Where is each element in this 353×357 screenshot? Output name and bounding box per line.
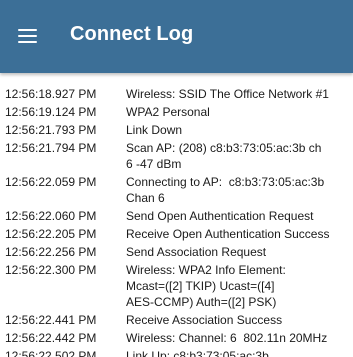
- log-timestamp: 12:56:22.256 PM: [5, 245, 97, 259]
- log-timestamp: 12:56:22.442 PM: [5, 331, 97, 345]
- log-message: Connecting to AP: c8:b3:73:05:ac:3b Chan…: [126, 175, 325, 205]
- log-timestamp: 12:56:22.060 PM: [5, 209, 97, 223]
- log-entry: 12:56:22.060 PM Send Open Authentication…: [0, 208, 353, 224]
- log-timestamp: 12:56:21.794 PM: [5, 141, 97, 155]
- log-timestamp: 12:56:18.927 PM: [5, 87, 97, 101]
- menu-button[interactable]: [9, 18, 45, 54]
- log-message: Wireless: SSID The Office Network #1: [126, 87, 329, 101]
- log-timestamp: 12:56:22.502 PM: [5, 349, 97, 357]
- log-message: Scan AP: (208) c8:b3:73:05:ac:3b ch 6 -4…: [126, 141, 322, 171]
- log-message: Send Open Authentication Request: [126, 209, 314, 223]
- log-timestamp: 12:56:22.441 PM: [5, 313, 97, 327]
- log-entry: 12:56:22.256 PM Send Association Request: [0, 244, 353, 260]
- log-entry: 12:56:22.502 PM Link Up: c8:b3:73:05:ac:…: [0, 348, 353, 357]
- menu-icon: [17, 29, 37, 43]
- log-entry: 12:56:22.442 PM Wireless: Channel: 6 802…: [0, 330, 353, 346]
- log-entry: 12:56:22.300 PM Wireless: WPA2 Info Elem…: [0, 262, 353, 310]
- log-timestamp: 12:56:22.205 PM: [5, 227, 97, 241]
- log-message: Receive Association Success: [126, 313, 283, 327]
- page-title: Connect Log: [70, 23, 194, 45]
- log-message: WPA2 Personal: [126, 105, 210, 119]
- log-entry: 12:56:22.441 PM Receive Association Succ…: [0, 312, 353, 328]
- log-timestamp: 12:56:21.793 PM: [5, 123, 97, 137]
- log-message: Wireless: WPA2 Info Element: Mcast=([2] …: [126, 263, 286, 309]
- log-message: Link Up: c8:b3:73:05:ac:3b: [126, 349, 269, 357]
- app-bar: Connect Log: [0, 0, 353, 73]
- log-timestamp: 12:56:22.300 PM: [5, 263, 97, 277]
- log-message: Send Association Request: [126, 245, 267, 259]
- log-entry: 12:56:21.793 PM Link Down: [0, 122, 353, 138]
- log-timestamp: 12:56:19.124 PM: [5, 105, 97, 119]
- log-message: Receive Open Authentication Success: [126, 227, 330, 241]
- log-message: Wireless: Channel: 6 802.11n 20MHz: [126, 331, 328, 345]
- log-entry: 12:56:22.059 PM Connecting to AP: c8:b3:…: [0, 174, 353, 206]
- log-message: Link Down: [126, 123, 183, 137]
- log-entry: 12:56:18.927 PM Wireless: SSID The Offic…: [0, 86, 353, 102]
- log-timestamp: 12:56:22.059 PM: [5, 175, 97, 189]
- connect-log-list[interactable]: 12:56:18.927 PM Wireless: SSID The Offic…: [0, 73, 353, 357]
- log-entry: 12:56:19.124 PM WPA2 Personal: [0, 104, 353, 120]
- log-entry: 12:56:22.205 PM Receive Open Authenticat…: [0, 226, 353, 242]
- log-entry: 12:56:21.794 PM Scan AP: (208) c8:b3:73:…: [0, 140, 353, 172]
